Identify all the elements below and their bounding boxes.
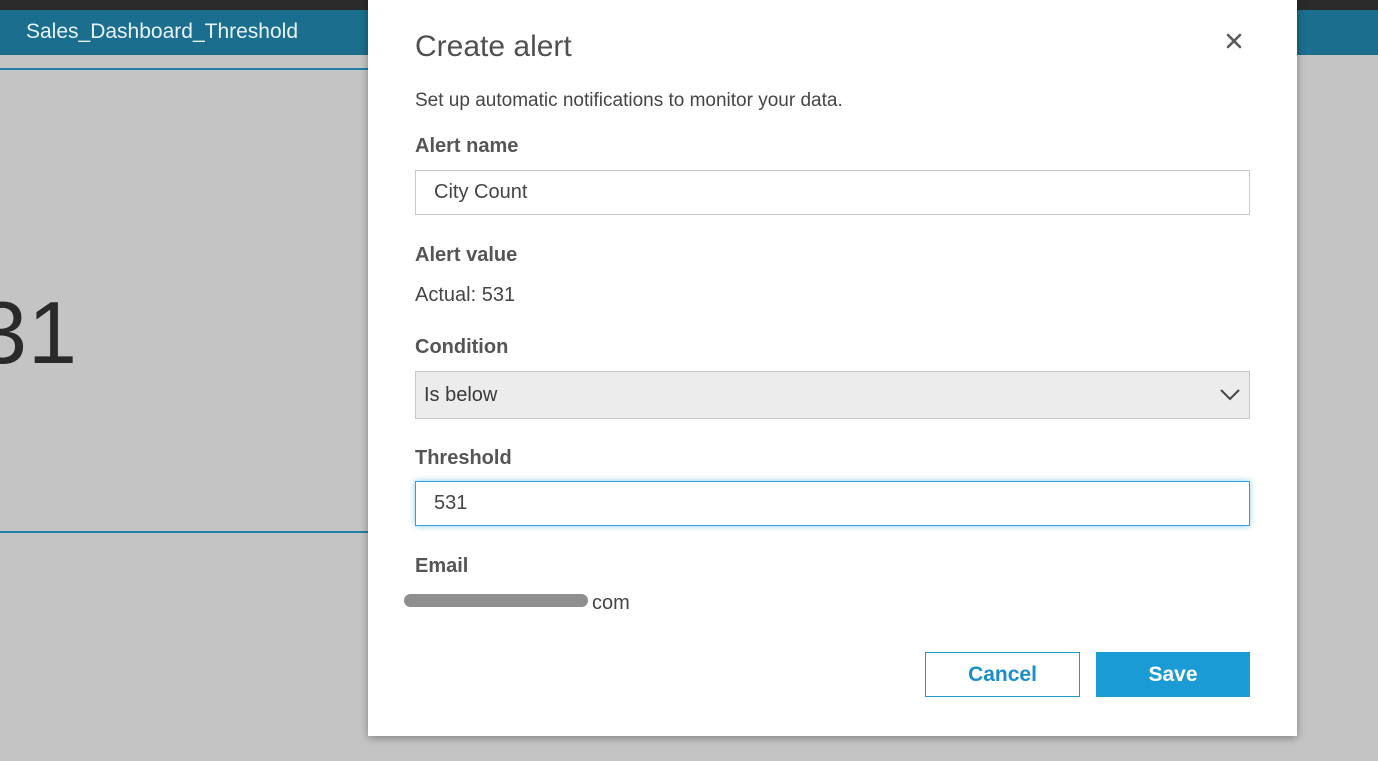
dashboard-title[interactable]: Sales_Dashboard_Threshold (26, 20, 298, 44)
alert-name-input[interactable] (415, 170, 1250, 215)
condition-select[interactable]: Is below (415, 371, 1250, 419)
chevron-down-icon (1220, 389, 1240, 401)
dialog-title: Create alert (415, 30, 572, 63)
dialog-description: Set up automatic notifications to monito… (415, 90, 843, 111)
email-redaction (404, 594, 588, 607)
cancel-button[interactable]: Cancel (925, 652, 1080, 697)
email-visible-text: com (592, 592, 630, 614)
close-icon[interactable] (1223, 30, 1245, 52)
save-button[interactable]: Save (1096, 652, 1250, 697)
condition-selected-value: Is below (424, 384, 498, 406)
visual-border-bottom (0, 531, 368, 533)
alert-name-label: Alert name (415, 135, 519, 157)
threshold-label: Threshold (415, 447, 512, 469)
visual-border-top (0, 68, 368, 70)
kpi-value: 31 (0, 283, 78, 382)
threshold-input[interactable] (415, 481, 1250, 526)
email-value: com (404, 592, 634, 616)
email-label: Email (415, 555, 469, 577)
alert-actual-value: Actual: 531 (415, 284, 516, 306)
alert-value-label: Alert value (415, 244, 518, 266)
create-alert-dialog: Create alert Set up automatic notificati… (368, 0, 1297, 736)
condition-label: Condition (415, 336, 509, 358)
back-icon[interactable]: ‹ (0, 31, 1, 54)
